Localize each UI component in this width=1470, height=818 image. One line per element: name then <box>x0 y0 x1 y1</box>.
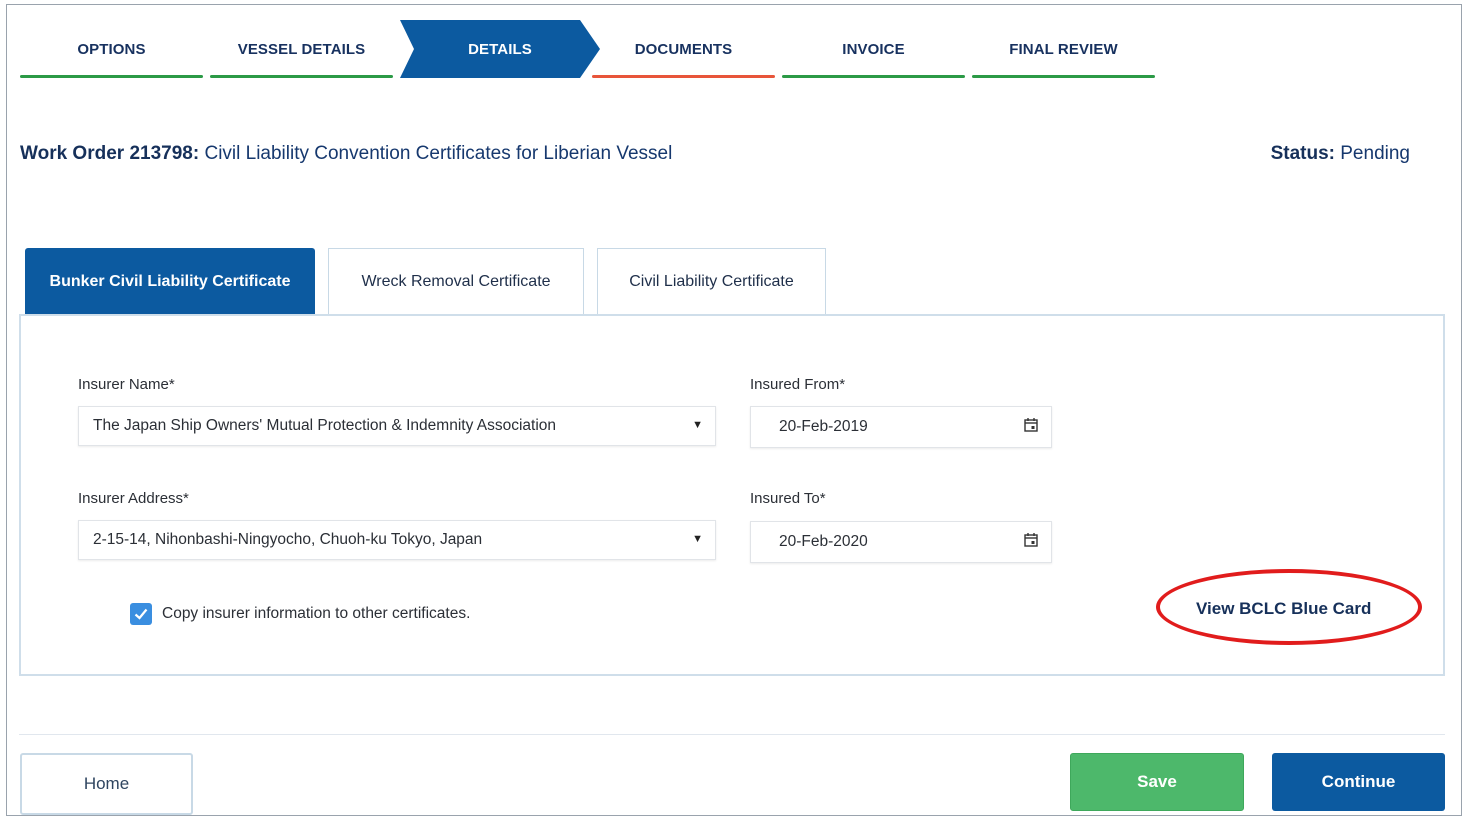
continue-button[interactable]: Continue <box>1272 753 1445 811</box>
tab-bunker-civil-liability[interactable]: Bunker Civil Liability Certificate <box>25 248 315 314</box>
status-value: Pending <box>1334 143 1410 164</box>
insurer-address-value: 2-15-14, Nihonbashi-Ningyocho, Chuoh-ku … <box>93 531 483 548</box>
step-label: DOCUMENTS <box>634 40 733 58</box>
step-complete-bar <box>782 75 965 78</box>
save-button-label: Save <box>1137 772 1177 791</box>
insurer-name-select[interactable]: The Japan Ship Owners' Mutual Protection… <box>78 406 716 446</box>
status-text: Status: Pending <box>1271 143 1410 165</box>
calendar-icon[interactable] <box>1023 532 1039 553</box>
save-button[interactable]: Save <box>1070 753 1244 811</box>
step-vessel-details[interactable]: VESSEL DETAILS <box>210 20 393 78</box>
work-order-title: Civil Liability Convention Certificates … <box>199 143 673 164</box>
tab-wreck-removal[interactable]: Wreck Removal Certificate <box>328 248 584 314</box>
step-options[interactable]: OPTIONS <box>20 20 203 78</box>
calendar-icon[interactable] <box>1023 417 1039 438</box>
insured-to-label: Insured To* <box>750 490 826 507</box>
copy-insurer-label: Copy insurer information to other certif… <box>162 605 471 622</box>
home-button[interactable]: Home <box>20 753 193 815</box>
insurer-name-label: Insurer Name* <box>78 376 175 393</box>
insurer-address-select[interactable]: 2-15-14, Nihonbashi-Ningyocho, Chuoh-ku … <box>78 520 716 560</box>
step-complete-bar <box>210 75 393 78</box>
step-invoice[interactable]: INVOICE <box>782 20 965 78</box>
home-button-label: Home <box>83 774 130 793</box>
step-label: FINAL REVIEW <box>1009 40 1118 58</box>
work-order-number: Work Order 213798: <box>20 143 200 164</box>
page-title: Work Order 213798: Civil Liability Conve… <box>20 143 672 165</box>
step-complete-bar <box>972 75 1155 78</box>
step-complete-bar <box>20 75 203 78</box>
checkmark-icon <box>134 608 148 620</box>
tab-civil-liability[interactable]: Civil Liability Certificate <box>597 248 826 314</box>
tab-label: Wreck Removal Certificate <box>361 272 551 290</box>
insurer-address-label: Insurer Address* <box>78 490 189 507</box>
dropdown-caret-icon: ▼ <box>692 533 703 545</box>
copy-insurer-checkbox[interactable] <box>130 603 152 625</box>
insured-from-value: 20-Feb-2019 <box>779 418 868 435</box>
step-label: INVOICE <box>842 40 905 58</box>
footer-divider <box>19 734 1445 735</box>
step-in-progress-bar <box>592 75 775 78</box>
tab-label: Bunker Civil Liability Certificate <box>49 272 291 290</box>
step-documents[interactable]: DOCUMENTS <box>592 20 775 78</box>
tab-label: Civil Liability Certificate <box>629 272 794 290</box>
continue-button-label: Continue <box>1321 772 1396 791</box>
insured-to-value: 20-Feb-2020 <box>779 533 868 550</box>
insured-to-date-input[interactable]: 20-Feb-2020 <box>750 521 1052 563</box>
insurer-name-value: The Japan Ship Owners' Mutual Protection… <box>93 417 557 434</box>
dropdown-caret-icon: ▼ <box>692 419 703 431</box>
insured-from-label: Insured From* <box>750 376 846 393</box>
step-label: OPTIONS <box>77 40 146 58</box>
step-final-review[interactable]: FINAL REVIEW <box>972 20 1155 78</box>
progress-stepper: OPTIONS VESSEL DETAILS DETAILS DOCUMENTS… <box>0 0 1470 80</box>
insured-from-date-input[interactable]: 20-Feb-2019 <box>750 406 1052 448</box>
step-label: DETAILS <box>468 40 532 58</box>
highlight-annotation-oval <box>1156 569 1422 645</box>
step-details[interactable]: DETAILS <box>400 20 600 78</box>
status-label: Status: <box>1270 143 1335 164</box>
step-label: VESSEL DETAILS <box>237 40 366 58</box>
